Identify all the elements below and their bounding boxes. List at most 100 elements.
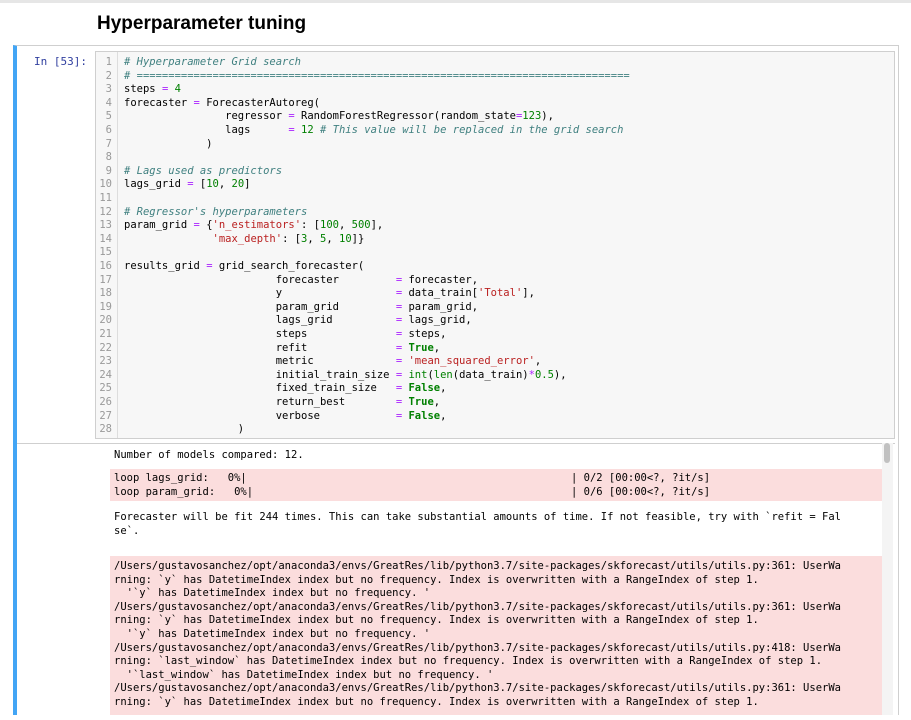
code-token: regressor [124,110,289,123]
code-line: 10 lags_grid = [10, 20] [96,178,894,192]
warning-line: rning: `y` has DatetimeIndex index but n… [114,696,759,708]
code-token: ) [124,137,213,150]
code-text: # Lags used as predictors [124,165,282,179]
code-line: 7 ) [96,138,894,152]
scrollbar-thumb[interactable] [884,443,890,463]
code-token: refit [124,341,396,354]
code-text: # ======================================… [124,70,630,84]
line-number: 12 [99,205,112,218]
code-token: lags_grid [124,178,188,191]
code-token: steps [124,83,162,96]
warning-line: /Users/gustavosanchez/opt/anaconda3/envs… [114,600,841,613]
warning-line: /Users/gustavosanchez/opt/anaconda3/envs… [114,560,841,572]
code-token: 123 [522,110,542,123]
line-number: 23 [99,355,112,368]
code-token: , [218,178,232,191]
code-text: forecaster = forecaster, [124,274,478,288]
code-token: 100 [320,219,339,232]
code-token: len [433,368,453,381]
line-number: 7 [105,137,112,150]
line-number: 1 [105,56,112,68]
warning-line: rning: `y` has DatetimeIndex index but n… [114,573,759,586]
warning-line: rning: `last_window` has DatetimeIndex i… [114,655,823,668]
line-number: 15 [99,246,112,259]
line-number: 6 [105,124,112,136]
warning-line: /Users/gustavosanchez/opt/anaconda3/envs… [114,682,841,695]
code-token: 'mean_squared_error' [408,355,535,368]
code-token: , [307,232,321,245]
code-token: results_grid [124,260,207,272]
code-token: , [326,232,339,245]
line-number: 2 [105,69,112,82]
code-text: fixed_train_size = False, [124,382,447,396]
line-number: 9 [105,164,112,177]
fit-message-line-1: Forecaster will be fit 244 times. This c… [114,511,841,523]
code-line: 24 initial_train_size = int(len(data_tra… [96,369,894,383]
code-text: metric = 'mean_squared_error', [124,355,542,369]
code-token: lags_grid [124,314,396,327]
code-text: param_grid = param_grid, [124,301,478,315]
code-token: [ [193,178,207,191]
code-token: True [408,341,434,354]
code-token: param_grid [124,219,194,232]
code-line: 9 # Lags used as predictors [96,165,894,179]
warning-line: rning: `y` has DatetimeIndex index but n… [114,614,759,627]
code-text: ) [124,423,244,437]
code-line: 2 # =====================================… [96,70,894,84]
code-token: int [408,368,428,381]
code-token: return_best [124,396,396,408]
code-token: 'Total' [478,287,523,300]
code-token: # Regressor's hyperparameters [124,205,308,218]
code-line: 4 forecaster = ForecasterAutoreg( [96,97,894,111]
code-token: ] [244,178,251,191]
progress-lags-label: loop lags_grid: 0%| [114,472,247,484]
code-token: True [408,396,434,408]
code-token: { [199,219,213,232]
code-token: lags [124,124,289,136]
line-number: 20 [99,314,112,327]
progress-params-label: loop param_grid: 0%| [114,485,254,498]
code-token: , [433,341,441,354]
warning-line: '`y` has DatetimeIndex index but no freq… [114,628,431,640]
output-scrollbar[interactable] [882,443,893,715]
code-token: param_grid [124,300,396,313]
code-text: lags_grid = lags_grid, [124,314,472,328]
cell-output: Number of models compared: 12. loop lags… [17,443,895,715]
code-token: ) [124,423,245,436]
warning-line: '`last_window` has DatetimeIndex index b… [114,668,494,681]
line-number: 14 [99,232,112,245]
code-token: 12 [301,124,314,136]
code-token: ]} [351,232,365,245]
line-number: 5 [105,110,112,123]
code-token: # ======================================… [124,69,630,82]
code-token: steps, [402,328,447,340]
code-text: lags_grid = [10, 20] [124,178,251,192]
line-number: 18 [99,287,112,300]
code-token: verbose [124,409,396,422]
code-line: 18 y = data_train['Total'], [96,287,894,301]
line-number: 22 [99,341,112,354]
code-line: 3 steps = 4 [96,83,894,97]
code-token: (data_train) [452,368,529,381]
code-token: , [338,219,352,232]
input-prompt: In [53]: [34,55,87,68]
code-token: RandomForestRegressor(random_state [294,110,516,123]
models-compared-text: Number of models compared: 12. [114,449,304,461]
code-token: ], [370,219,384,232]
code-token: False [408,409,441,422]
warning-line: /Users/gustavosanchez/opt/anaconda3/envs… [114,641,841,654]
code-text: regressor = RandomForestRegressor(random… [124,110,554,124]
code-text: y = data_train['Total'], [124,287,535,301]
code-token: 10 [339,232,352,245]
line-number: 19 [99,300,112,313]
code-token: ForecasterAutoreg( [199,96,320,109]
line-number: 28 [99,423,112,436]
code-line: 25 fixed_train_size = False, [96,382,894,396]
line-number: 4 [105,96,112,109]
fit-message-line-2: se`. [114,524,140,537]
code-text: results_grid = grid_search_forecaster( [124,260,364,274]
code-line: 21 steps = steps, [96,328,894,342]
code-editor[interactable]: 1 # Hyperparameter Grid search 2 # ========… [95,51,895,439]
line-number: 27 [99,409,112,422]
code-line: 26 return_best = True, [96,396,894,410]
